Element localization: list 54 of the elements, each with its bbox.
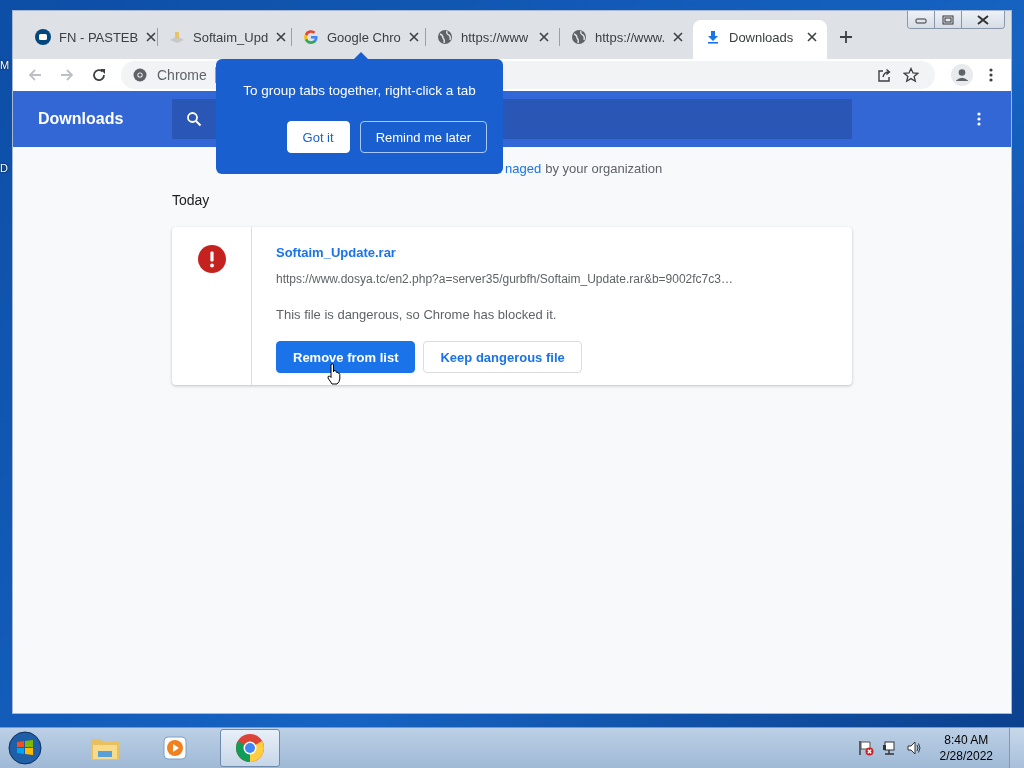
close-button[interactable] — [961, 11, 1004, 28]
browser-tab[interactable]: Downloads — [693, 20, 827, 59]
menu-icon[interactable] — [989, 68, 993, 82]
google-icon — [303, 29, 319, 45]
action-center-flag-icon[interactable] — [857, 740, 874, 756]
maximize-button[interactable] — [934, 11, 961, 28]
minimize-icon — [915, 15, 927, 24]
taskbar-app-button[interactable] — [220, 729, 280, 767]
profile-icon[interactable] — [951, 64, 973, 86]
browser-tab[interactable]: Google Chro — [291, 20, 425, 54]
browser-tab[interactable]: Softaim_Upd — [157, 20, 291, 54]
network-icon[interactable] — [881, 740, 898, 756]
close-icon — [976, 14, 990, 25]
managed-link[interactable]: naged — [505, 161, 542, 176]
reload-icon[interactable] — [91, 67, 107, 83]
file-icon — [169, 29, 185, 45]
globe-icon — [571, 29, 587, 45]
search-icon — [186, 111, 202, 127]
close-icon[interactable] — [539, 32, 549, 42]
file-name-link[interactable]: Softaim_Update.rar — [276, 245, 828, 260]
minimize-button[interactable] — [908, 11, 934, 28]
danger-message: This file is dangerous, so Chrome has blocked it. — [276, 307, 558, 322]
date-heading: Today — [172, 192, 211, 208]
site-icon — [35, 29, 51, 45]
system-clock[interactable]: 8:40 AM 2/28/2022 — [939, 732, 993, 764]
close-icon[interactable] — [276, 32, 287, 42]
managed-notice-text: by your organization — [545, 161, 663, 176]
restore-icon — [942, 14, 954, 25]
more-options-icon[interactable] — [977, 112, 981, 126]
close-icon[interactable] — [807, 32, 817, 42]
share-icon[interactable] — [877, 67, 893, 83]
play-icon — [162, 735, 188, 761]
download-url: https://www.dosya.tc/en2.php?a=server35/gurbfh/Softaim_Update.rar&b=9002fc7c3… — [276, 272, 734, 286]
new-tab-icon[interactable] — [839, 30, 853, 44]
close-icon[interactable] — [146, 32, 157, 42]
tip-button[interactable]: Got it — [286, 121, 350, 153]
desktop-icon-label: D — [0, 162, 9, 174]
volume-icon[interactable] — [905, 740, 922, 756]
download-action-button[interactable]: Keep dangerous file — [423, 341, 582, 373]
browser-tab[interactable]: https://www. — [559, 20, 693, 54]
start-button[interactable] — [8, 731, 42, 765]
download-action-button[interactable]: Remove from list — [276, 341, 416, 373]
chrome-icon — [235, 733, 265, 763]
download-icon — [705, 29, 721, 45]
tip-button[interactable]: Remind me later — [359, 121, 487, 153]
browser-tab[interactable]: https://www — [425, 20, 559, 54]
close-icon[interactable] — [673, 32, 684, 42]
chrome-icon — [133, 68, 147, 82]
globe-icon — [437, 29, 453, 45]
bookmark-star-icon[interactable] — [903, 67, 919, 83]
desktop-icon-label: M — [0, 59, 11, 71]
browser-tab[interactable]: FN - PASTEB — [23, 20, 157, 54]
warning-icon — [197, 245, 226, 273]
close-icon[interactable] — [408, 32, 419, 42]
